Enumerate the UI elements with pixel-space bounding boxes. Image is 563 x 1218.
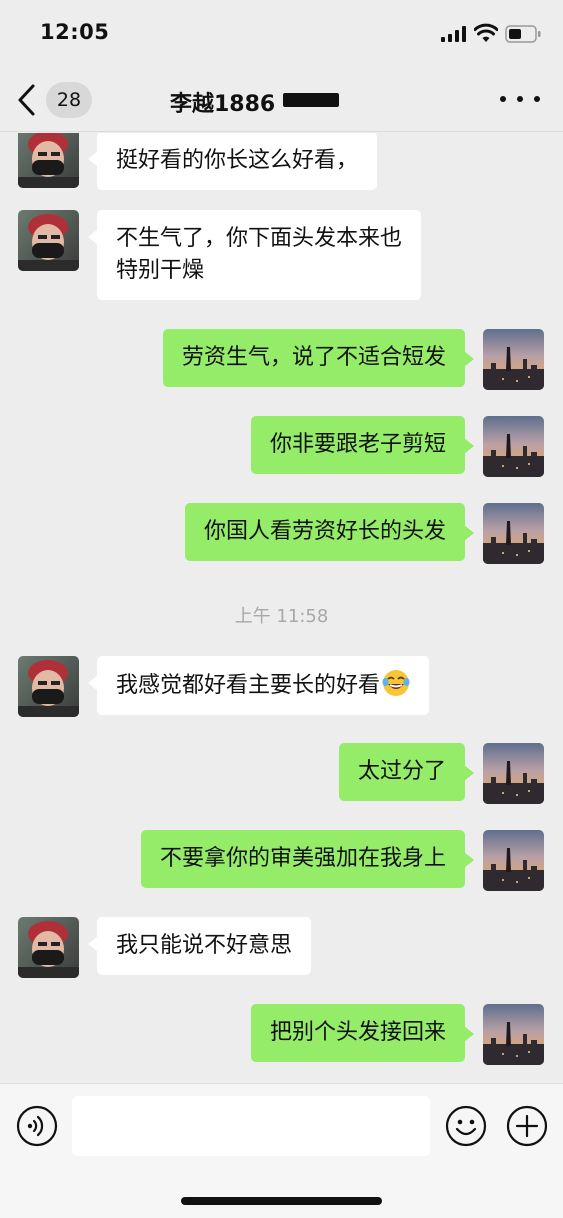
- chevron-left-icon: [18, 84, 35, 116]
- status-bar: 12:05: [0, 0, 563, 66]
- chat-header: 28 李越1886: [0, 66, 563, 132]
- my-avatar[interactable]: [483, 416, 544, 477]
- outgoing-message[interactable]: 劳资生气，说了不适合短发: [162, 329, 475, 387]
- wifi-icon: [474, 23, 498, 42]
- incoming-message[interactable]: 我只能说不好意思: [87, 917, 312, 975]
- unread-count-badge: 28: [46, 82, 92, 118]
- tears-of-joy-emoji-icon: [382, 670, 410, 696]
- outgoing-message[interactable]: 你非要跟老子剪短: [250, 416, 475, 474]
- message-list[interactable]: 挺好看的你长这么好看， 不生气了，你下面头发本来也 特别干燥 劳资生气，说了不适…: [0, 133, 563, 1083]
- plus-icon[interactable]: [506, 1105, 548, 1147]
- emoji-icon[interactable]: [445, 1105, 487, 1147]
- message-timestamp: 上午 11:58: [234, 606, 329, 627]
- status-time: 12:05: [40, 20, 110, 44]
- contact-avatar[interactable]: [18, 210, 79, 271]
- my-avatar[interactable]: [483, 329, 544, 390]
- battery-icon: [505, 25, 541, 43]
- home-indicator: [181, 1197, 382, 1205]
- contact-avatar[interactable]: [18, 656, 79, 717]
- redaction-mark: [283, 93, 339, 107]
- incoming-message[interactable]: 挺好看的你长这么好看，: [87, 133, 378, 190]
- contact-avatar[interactable]: [18, 133, 79, 188]
- incoming-message[interactable]: 不生气了，你下面头发本来也 特别干燥: [87, 210, 422, 300]
- my-avatar[interactable]: [483, 503, 544, 564]
- chat-title: 李越1886: [170, 92, 276, 117]
- cellular-signal-icon: [441, 26, 466, 42]
- outgoing-message[interactable]: 太过分了: [338, 743, 475, 801]
- outgoing-message[interactable]: 把别个头发接回来: [250, 1004, 475, 1062]
- back-button[interactable]: 28: [14, 80, 100, 120]
- message-input[interactable]: [72, 1096, 430, 1156]
- my-avatar[interactable]: [483, 743, 544, 804]
- more-dots-icon: [500, 96, 506, 102]
- contact-avatar[interactable]: [18, 917, 79, 978]
- my-avatar[interactable]: [483, 1004, 544, 1065]
- more-options-button[interactable]: [500, 86, 540, 112]
- voice-icon[interactable]: [16, 1105, 58, 1147]
- outgoing-message[interactable]: 你国人看劳资好长的头发: [184, 503, 475, 561]
- my-avatar[interactable]: [483, 830, 544, 891]
- input-bar: [0, 1083, 563, 1218]
- message-text: 我感觉都好看主要长的好看: [116, 673, 381, 698]
- incoming-message[interactable]: 我感觉都好看主要长的好看: [87, 656, 430, 715]
- outgoing-message[interactable]: 不要拿你的审美强加在我身上: [140, 830, 475, 888]
